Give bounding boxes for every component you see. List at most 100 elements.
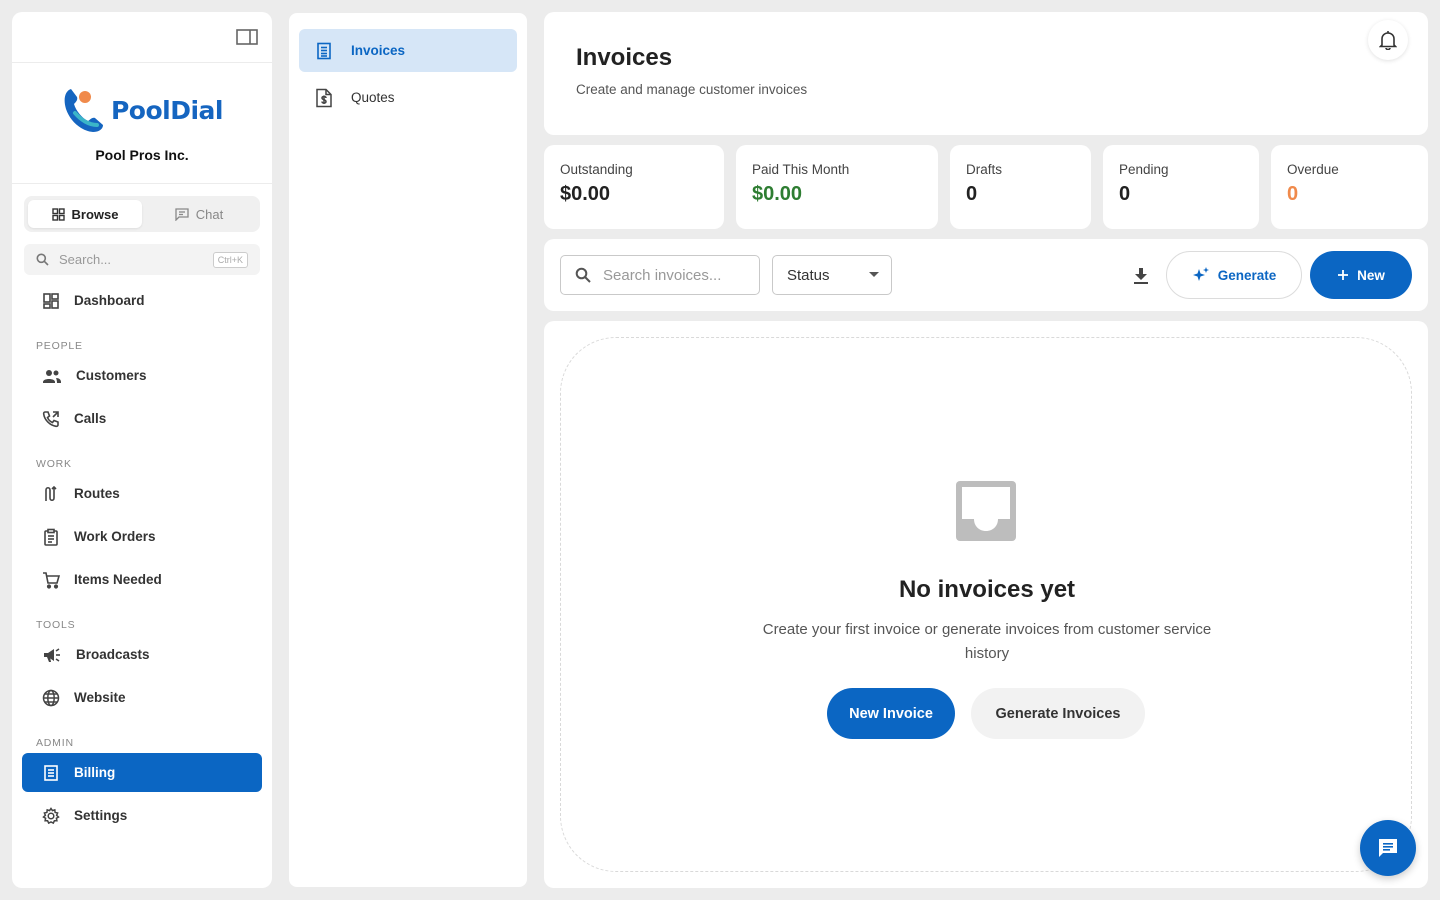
stat-value: $0.00 <box>752 183 803 205</box>
quote-document-icon <box>315 88 333 108</box>
nav-item-items-needed[interactable]: Items Needed <box>22 560 262 599</box>
status-select-label: Status <box>787 266 830 284</box>
sidebar-collapse-icon[interactable] <box>236 28 258 46</box>
nav-item-website[interactable]: Website <box>22 678 262 717</box>
nav-label: Calls <box>74 411 107 426</box>
download-icon <box>1133 267 1149 285</box>
nav-label: Customers <box>76 368 147 383</box>
section-label-admin: ADMIN <box>36 737 74 749</box>
chat-icon <box>175 207 189 221</box>
stat-label: Drafts <box>966 162 1003 177</box>
generate-button[interactable]: Generate <box>1166 251 1302 299</box>
new-invoice-button[interactable]: New <box>1310 251 1412 299</box>
billing-icon <box>42 764 60 782</box>
sidebar: PoolDial Pool Pros Inc. Browse Chat Sear… <box>12 12 272 888</box>
stat-label: Pending <box>1119 162 1169 177</box>
invoice-search-input[interactable] <box>603 266 743 284</box>
invoice-toolbar: Status Generate New <box>544 239 1428 311</box>
route-icon <box>42 485 60 503</box>
chat-fab-button[interactable] <box>1360 820 1416 876</box>
people-icon <box>42 367 62 385</box>
nav-label: Settings <box>74 808 128 823</box>
invoice-icon <box>315 42 333 60</box>
chat-label: Chat <box>195 206 224 222</box>
pooldial-logo-icon <box>61 85 107 135</box>
search-shortcut: Ctrl+K <box>212 251 248 268</box>
stat-pending: Pending 0 <box>1103 145 1259 229</box>
stat-label: Outstanding <box>560 162 633 177</box>
stat-value: 0 <box>1119 183 1131 205</box>
stat-label: Paid This Month <box>752 162 850 177</box>
nav-item-routes[interactable]: Routes <box>22 474 262 513</box>
megaphone-icon <box>42 646 62 664</box>
page-subtitle: Create and manage customer invoices <box>576 82 808 97</box>
download-button[interactable] <box>1126 261 1156 291</box>
empty-state-title: No invoices yet <box>898 576 1076 603</box>
empty-generate-invoices-button[interactable]: Generate Invoices <box>971 688 1145 739</box>
subnav-item-quotes[interactable]: Quotes <box>299 76 517 119</box>
clipboard-icon <box>42 528 60 546</box>
stat-value: 0 <box>966 183 978 205</box>
empty-new-invoice-button[interactable]: New Invoice <box>827 688 955 739</box>
page-title: Invoices <box>576 44 673 71</box>
nav-item-settings[interactable]: Settings <box>22 796 262 835</box>
status-filter-select[interactable]: Status <box>772 255 892 295</box>
bell-icon <box>1379 30 1397 50</box>
sparkle-icon <box>1192 266 1210 284</box>
empty-state: No invoices yet Create your first invoic… <box>560 337 1412 872</box>
subnav-item-invoices[interactable]: Invoices <box>299 29 517 72</box>
stat-overdue: Overdue 0 <box>1271 145 1428 229</box>
nav-item-dashboard[interactable]: Dashboard <box>22 281 262 320</box>
nav-item-work-orders[interactable]: Work Orders <box>22 517 262 556</box>
nav-label: Billing <box>74 765 116 780</box>
search-icon <box>575 267 591 283</box>
stat-outstanding: Outstanding $0.00 <box>544 145 724 229</box>
section-label-people: PEOPLE <box>36 340 83 352</box>
new-label: New <box>1357 267 1385 283</box>
phone-calls-icon <box>42 410 60 428</box>
invoice-list-card: No invoices yet Create your first invoic… <box>544 321 1428 888</box>
chat-mode-button[interactable]: Chat <box>142 200 256 228</box>
nav-label: Work Orders <box>74 529 156 544</box>
empty-state-description: Create your first invoice or generate in… <box>762 621 1212 662</box>
nav-label: Routes <box>74 486 120 501</box>
brand-area: PoolDial Pool Pros Inc. <box>12 63 272 184</box>
stat-drafts: Drafts 0 <box>950 145 1091 229</box>
notifications-button[interactable] <box>1368 20 1408 60</box>
generate-label: Generate <box>1217 267 1277 283</box>
nav-label: Items Needed <box>74 572 162 587</box>
stat-value: 0 <box>1287 183 1299 205</box>
browse-label: Browse <box>71 206 119 222</box>
cart-icon <box>42 571 60 589</box>
sidebar-search-placeholder: Search... <box>59 252 112 267</box>
plus-icon <box>1337 269 1349 281</box>
dashboard-icon <box>42 292 60 310</box>
section-label-work: WORK <box>36 458 72 470</box>
browse-mode-button[interactable]: Browse <box>28 200 142 228</box>
page-header: Invoices Create and manage customer invo… <box>544 12 1428 135</box>
mode-toggle: Browse Chat <box>24 196 260 232</box>
gear-icon <box>42 806 60 825</box>
billing-subnav: Invoices Quotes <box>289 13 527 887</box>
nav-label: Broadcasts <box>76 647 150 662</box>
grid-icon <box>51 207 65 221</box>
sidebar-top-bar <box>12 12 272 63</box>
stat-paid-this-month: Paid This Month $0.00 <box>736 145 938 229</box>
subnav-label: Invoices <box>351 43 406 58</box>
stat-value: $0.00 <box>560 183 611 205</box>
invoice-search <box>560 255 760 295</box>
company-name: Pool Pros Inc. <box>95 147 189 163</box>
message-icon <box>1377 837 1399 859</box>
caret-down-icon <box>869 272 879 278</box>
sidebar-nav: Dashboard PEOPLE Customers Calls WORK Ro… <box>12 281 272 835</box>
globe-icon <box>42 689 60 707</box>
search-icon <box>36 253 49 266</box>
nav-item-broadcasts[interactable]: Broadcasts <box>22 635 262 674</box>
logo-text: PoolDial <box>110 95 224 125</box>
nav-item-billing[interactable]: Billing <box>22 753 262 792</box>
nav-item-calls[interactable]: Calls <box>22 399 262 438</box>
subnav-label: Quotes <box>351 90 395 105</box>
nav-label: Website <box>74 690 126 705</box>
sidebar-search[interactable]: Search... Ctrl+K <box>24 244 260 275</box>
nav-item-customers[interactable]: Customers <box>22 356 262 395</box>
